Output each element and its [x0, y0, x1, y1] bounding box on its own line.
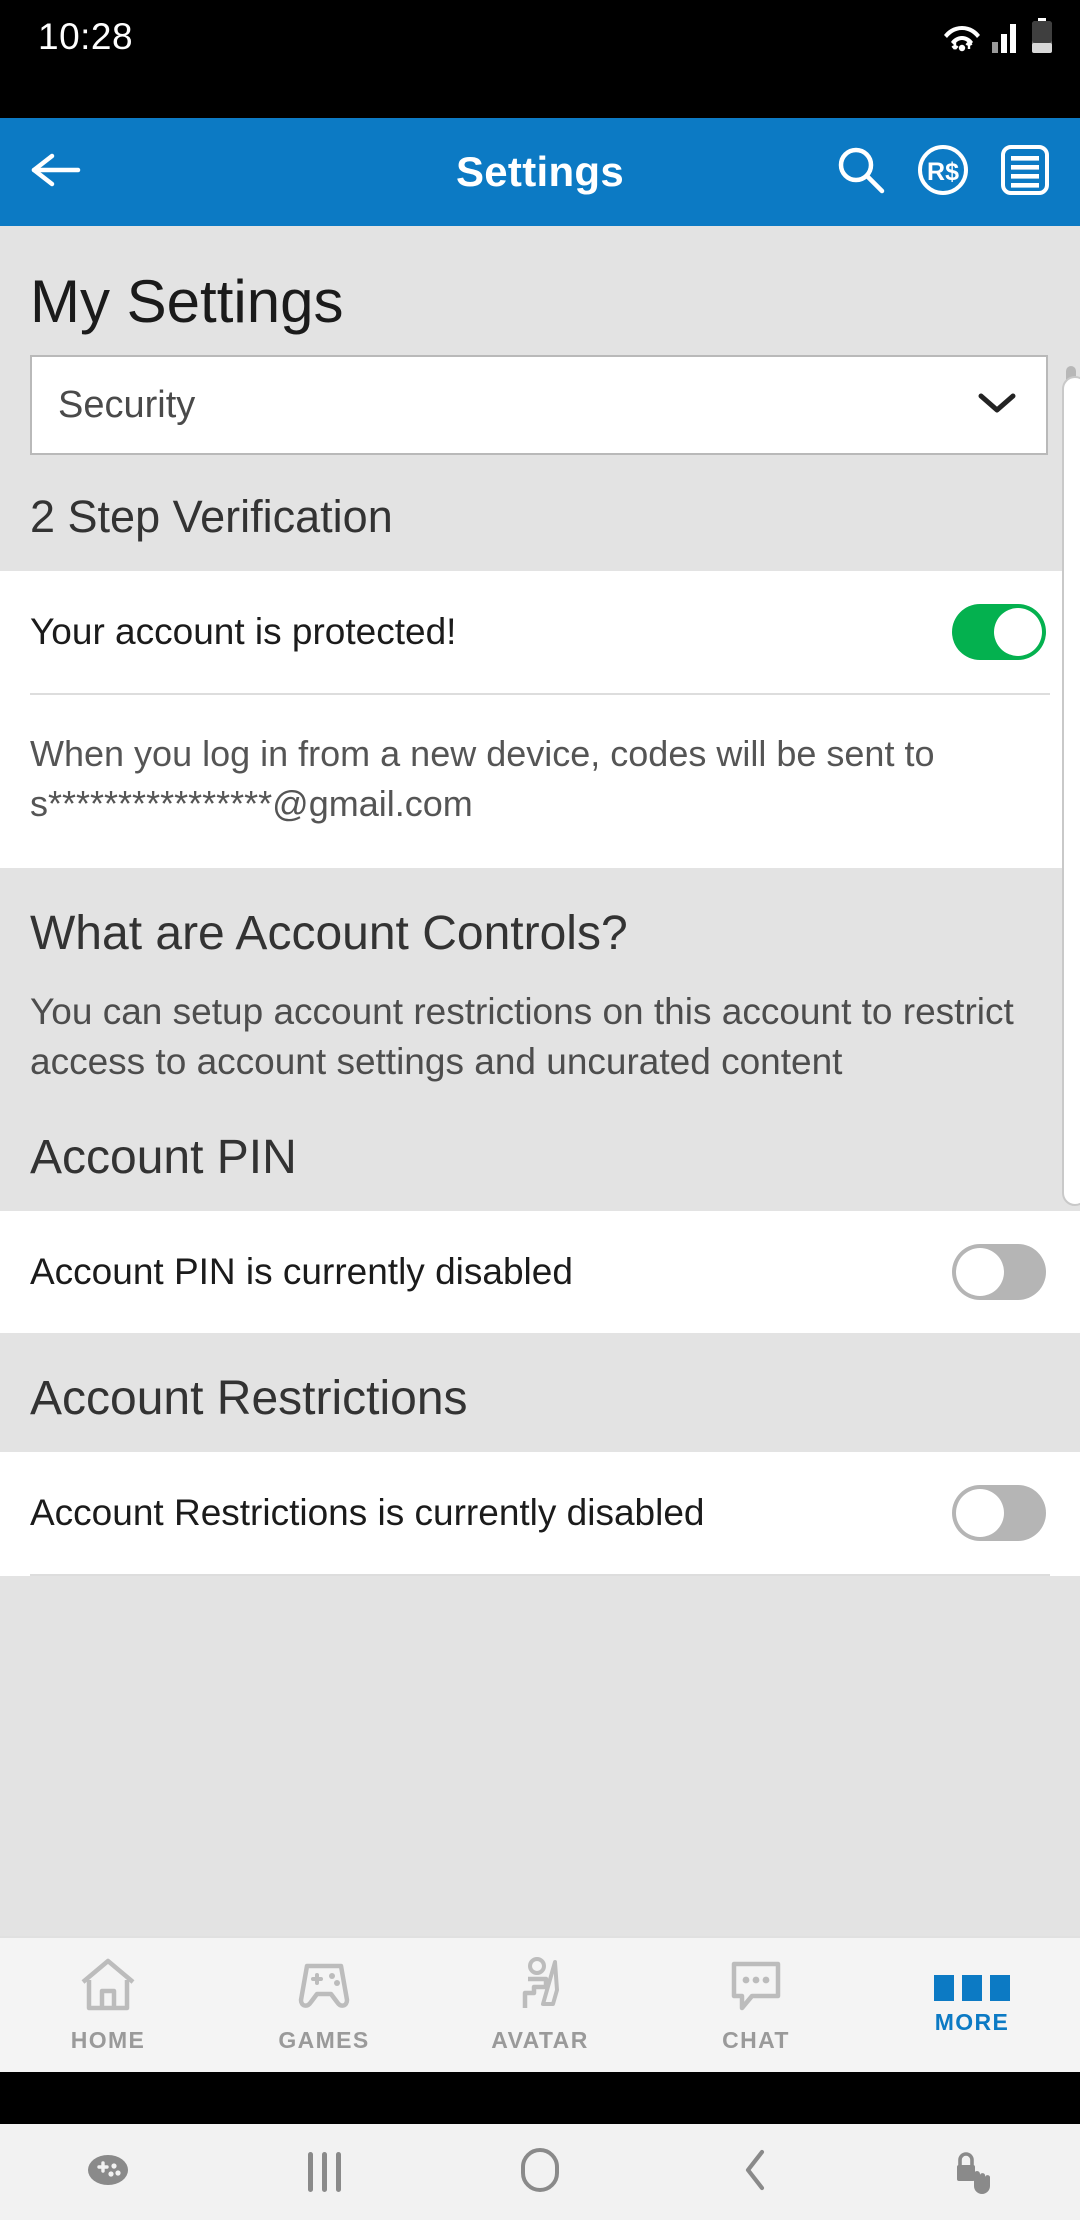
account-pin-toggle[interactable] — [952, 1243, 1046, 1300]
back-chevron-icon — [736, 2144, 776, 2201]
two-step-heading: 2 Step Verification — [30, 491, 393, 542]
account-restrictions-block: Account Restrictions — [0, 1332, 1080, 1452]
account-controls-body: You can setup account restrictions on th… — [30, 991, 1014, 1082]
tab-chat[interactable]: CHAT — [648, 1956, 864, 2054]
tab-chat-label: CHAT — [722, 2027, 790, 2053]
robux-icon[interactable]: R$ — [916, 143, 970, 202]
status-bar-clock: 10:28 — [38, 16, 134, 57]
account-pin-row-label: Account PIN is currently disabled — [30, 1250, 573, 1292]
screen-lock-touch-button[interactable] — [864, 2144, 1080, 2201]
tab-games-label: GAMES — [278, 2027, 370, 2053]
back-button-nav[interactable] — [648, 2144, 864, 2201]
home-button[interactable] — [432, 2144, 648, 2201]
account-restrictions-panel: Account Restrictions is currently disabl… — [0, 1451, 1080, 1576]
cellular-signal-icon — [991, 19, 1021, 58]
account-restrictions-row-label: Account Restrictions is currently disabl… — [30, 1491, 705, 1533]
svg-text:R$: R$ — [927, 158, 959, 186]
chat-icon — [725, 1956, 787, 2019]
menu-list-icon[interactable] — [998, 143, 1052, 202]
two-step-row-label: Your account is protected! — [30, 611, 457, 652]
account-pin-row: Account PIN is currently disabled — [0, 1211, 1080, 1333]
page-title: My Settings — [30, 268, 344, 335]
two-step-panel: Your account is protected! When you log … — [0, 571, 1080, 869]
android-nav-bar — [0, 2124, 1080, 2220]
bottom-tab-bar: HOME GAMES AVATAR CHAT MORE — [0, 1936, 1080, 2072]
settings-content: My Settings Security 2 Step Verification… — [0, 226, 1080, 1936]
category-select-value: Security — [58, 383, 196, 426]
back-button[interactable] — [28, 148, 98, 197]
toggle-knob — [994, 608, 1042, 656]
nav-gap — [0, 2072, 1080, 2124]
recents-icon — [307, 2152, 341, 2192]
category-select-wrapper: Security — [0, 351, 1080, 455]
status-bar: 10:28 — [0, 0, 1080, 118]
account-controls-block: What are Account Controls? You can setup… — [0, 868, 1080, 1211]
tab-more[interactable]: MORE — [864, 1974, 1080, 2036]
home-circle-icon — [517, 2144, 563, 2201]
gamepad-icon — [293, 1956, 355, 2019]
tab-avatar-label: AVATAR — [491, 2027, 589, 2053]
account-restrictions-heading: Account Restrictions — [30, 1371, 468, 1425]
screen-lock-touch-icon — [946, 2144, 998, 2201]
game-booster-icon — [81, 2148, 135, 2197]
toggle-knob — [956, 1247, 1004, 1296]
divider — [30, 1573, 1050, 1576]
status-bar-icons — [942, 18, 1054, 59]
sheet-edge-decoration — [1062, 376, 1080, 1206]
app-bar-actions: R$ — [834, 143, 1052, 202]
tab-more-label: MORE — [934, 2008, 1010, 2035]
avatar-icon — [509, 1956, 571, 2019]
two-step-toggle[interactable] — [952, 604, 1046, 660]
app-bar: Settings R$ — [0, 118, 1080, 226]
wifi-icon — [942, 18, 982, 59]
toggle-knob — [956, 1488, 1004, 1537]
tab-avatar[interactable]: AVATAR — [432, 1956, 648, 2054]
account-pin-heading: Account PIN — [30, 1130, 297, 1184]
two-step-help-text: When you log in from a new device, codes… — [30, 733, 935, 824]
tab-games[interactable]: GAMES — [216, 1956, 432, 2054]
game-booster-button[interactable] — [0, 2148, 216, 2197]
recents-button[interactable] — [216, 2152, 432, 2192]
account-restrictions-row: Account Restrictions is currently disabl… — [0, 1452, 1080, 1574]
back-arrow-icon — [28, 148, 84, 197]
tab-home[interactable]: HOME — [0, 1956, 216, 2054]
search-icon[interactable] — [834, 143, 888, 202]
account-controls-heading: What are Account Controls? — [30, 907, 628, 961]
account-restrictions-toggle[interactable] — [952, 1484, 1046, 1541]
more-icon — [934, 1974, 1010, 2001]
category-select[interactable]: Security — [30, 355, 1048, 455]
tab-home-label: HOME — [70, 2027, 146, 2053]
battery-icon — [1030, 18, 1054, 59]
account-pin-panel: Account PIN is currently disabled — [0, 1210, 1080, 1333]
home-icon — [77, 1956, 139, 2019]
two-step-row: Your account is protected! — [0, 571, 1080, 693]
chevron-down-icon — [974, 384, 1020, 427]
phone-screen: 10:28 Settings R$ My Settings Security 2… — [0, 0, 1080, 2220]
